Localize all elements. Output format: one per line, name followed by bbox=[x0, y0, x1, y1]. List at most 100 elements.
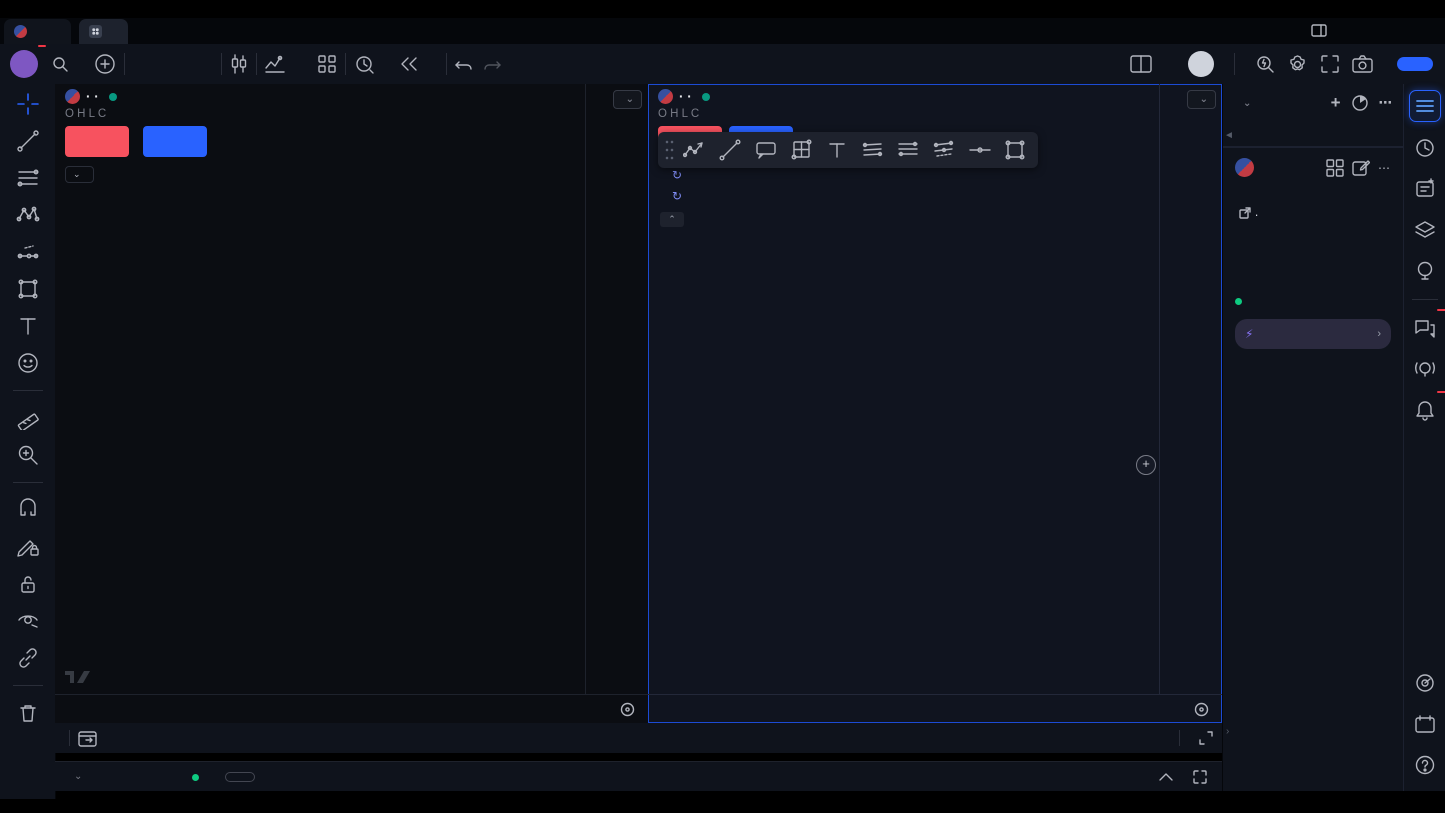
sidebar-data-window-button[interactable] bbox=[1410, 668, 1440, 698]
pattern-grid-tool-icon[interactable] bbox=[790, 138, 814, 162]
parallel-lines-tool-icon[interactable] bbox=[896, 139, 920, 161]
maximize-panel-icon[interactable] bbox=[1192, 769, 1208, 785]
price-axis[interactable] bbox=[1159, 84, 1222, 695]
magnet-tool-icon[interactable] bbox=[16, 498, 40, 522]
shapes-tool-icon[interactable] bbox=[16, 277, 40, 301]
watchlist-collapse-handle[interactable]: ◄ bbox=[1224, 130, 1234, 141]
time-axis[interactable] bbox=[648, 694, 1222, 723]
undo-icon[interactable] bbox=[455, 56, 473, 72]
measure-ruler-tool-icon[interactable] bbox=[16, 406, 40, 430]
sidebar-help-button[interactable] bbox=[1410, 750, 1440, 780]
indicators-button[interactable] bbox=[265, 55, 305, 73]
sidebar-calendar-button[interactable] bbox=[1410, 709, 1440, 739]
horizontal-line-tool-icon[interactable] bbox=[968, 144, 992, 156]
axis-settings-gear-icon[interactable] bbox=[619, 701, 636, 718]
publish-button[interactable] bbox=[1397, 57, 1433, 71]
compose-note-icon[interactable] bbox=[1352, 159, 1370, 177]
sidebar-alerts-button[interactable] bbox=[1410, 133, 1440, 163]
sidebar-notifications-button[interactable] bbox=[1410, 395, 1440, 425]
ema50-legend[interactable]: ↻ bbox=[660, 168, 688, 182]
panel-resize-icon[interactable] bbox=[1198, 730, 1214, 746]
collapsed-indicators-button[interactable]: ⌄ bbox=[65, 166, 94, 183]
fib-channel-tool-icon[interactable] bbox=[932, 139, 956, 161]
floating-drawing-toolbar[interactable] bbox=[658, 132, 1038, 168]
chart-panel-left[interactable]: · · O H L C bbox=[55, 84, 648, 723]
sell-button[interactable] bbox=[65, 126, 129, 157]
drag-handle-icon[interactable] bbox=[664, 139, 674, 161]
sidebar-object-tree-button[interactable] bbox=[1410, 215, 1440, 245]
trend-line-tool-icon[interactable] bbox=[16, 129, 40, 153]
callout-tool-icon[interactable] bbox=[755, 140, 777, 160]
axis-settings-gear-icon[interactable] bbox=[1193, 701, 1210, 718]
tf-1d[interactable] bbox=[193, 61, 203, 67]
sync-drawings-link-icon[interactable] bbox=[16, 646, 40, 670]
price-axis[interactable] bbox=[585, 84, 648, 695]
templates-grid-icon[interactable] bbox=[317, 54, 337, 74]
settings-gear-icon[interactable] bbox=[1287, 54, 1308, 75]
currency-selector[interactable]: ⌄ bbox=[613, 90, 642, 109]
chart-title[interactable]: · · bbox=[679, 89, 692, 104]
fullscreen-icon[interactable] bbox=[1320, 54, 1340, 74]
symbol-menu-icon[interactable]: ⋯ bbox=[1378, 161, 1391, 175]
redo-icon[interactable] bbox=[483, 56, 501, 72]
drawing-lock-edit-icon[interactable] bbox=[16, 535, 40, 559]
currency-selector[interactable]: ⌄ bbox=[1187, 90, 1216, 109]
performance-pie-icon[interactable] bbox=[1351, 94, 1369, 112]
hide-drawings-icon[interactable] bbox=[16, 609, 40, 633]
sidebar-streams-button[interactable] bbox=[1410, 354, 1440, 384]
ema100-legend[interactable]: ↻ bbox=[660, 189, 688, 203]
tab-heatmap[interactable] bbox=[79, 19, 128, 44]
crosshair-tool-icon[interactable] bbox=[16, 92, 40, 116]
pattern-xabcd-tool-icon[interactable] bbox=[16, 203, 40, 227]
external-link-icon[interactable] bbox=[1239, 207, 1251, 219]
tf-15m[interactable] bbox=[153, 61, 163, 67]
remove-drawings-trash-icon[interactable] bbox=[16, 701, 40, 725]
trend-line-tool-icon[interactable] bbox=[719, 139, 741, 161]
crosshair-add-order-icon[interactable]: + bbox=[1136, 455, 1156, 475]
rectangle-tool-icon[interactable] bbox=[1004, 139, 1026, 161]
lock-all-tool-icon[interactable] bbox=[16, 572, 40, 596]
go-to-date-calendar-icon[interactable] bbox=[78, 729, 97, 747]
panel-handle[interactable]: › bbox=[1226, 726, 1229, 737]
tf-1h[interactable] bbox=[173, 61, 183, 67]
news-headline-pill[interactable]: ⚡ › bbox=[1235, 319, 1391, 349]
sidebar-ideas-button[interactable] bbox=[1410, 256, 1440, 286]
trade-button[interactable] bbox=[225, 772, 255, 782]
add-symbol-icon[interactable] bbox=[94, 53, 116, 75]
layout-select-icon[interactable] bbox=[1130, 55, 1152, 73]
sidebar-notes-button[interactable] bbox=[1410, 174, 1440, 204]
buy-button[interactable] bbox=[143, 126, 207, 157]
symbol-full-name[interactable]: · bbox=[1235, 187, 1391, 226]
chevron-down-icon[interactable]: ⌄ bbox=[1243, 98, 1251, 109]
time-axis[interactable] bbox=[55, 694, 648, 723]
chart-title[interactable]: · · bbox=[86, 89, 99, 104]
projection-tool-icon[interactable] bbox=[16, 240, 40, 264]
fib-retracement-tool-icon[interactable] bbox=[861, 139, 885, 161]
quick-search-icon[interactable] bbox=[1255, 54, 1275, 74]
candles-style-icon[interactable] bbox=[230, 54, 248, 74]
chart-panel-right[interactable]: · · O H L C bbox=[648, 84, 1222, 723]
zoom-in-tool-icon[interactable] bbox=[16, 443, 40, 467]
account-avatar[interactable] bbox=[1188, 51, 1214, 77]
emoji-tool-icon[interactable] bbox=[16, 351, 40, 375]
watchlist-menu-icon[interactable]: ⋯ bbox=[1379, 95, 1394, 111]
replay-button[interactable] bbox=[400, 57, 438, 71]
user-avatar[interactable] bbox=[10, 50, 38, 78]
alert-button[interactable] bbox=[354, 54, 384, 74]
fib-retracement-tool-icon[interactable] bbox=[16, 166, 40, 190]
footer-tab-screener[interactable]: ⌄ bbox=[67, 771, 82, 782]
footer-tab-paper-trading[interactable] bbox=[186, 770, 199, 784]
side-panel-icon[interactable] bbox=[1311, 24, 1327, 38]
collapse-panel-chevron-icon[interactable] bbox=[1158, 772, 1174, 782]
camera-snapshot-icon[interactable] bbox=[1352, 55, 1373, 73]
tab-nzdusd[interactable] bbox=[4, 19, 71, 44]
collapse-indicators-button[interactable]: ⌃ bbox=[660, 212, 684, 227]
text-tool-icon[interactable] bbox=[827, 140, 847, 160]
layout-grid-icon[interactable] bbox=[1326, 159, 1344, 177]
polyline-tool-icon[interactable] bbox=[683, 139, 707, 161]
text-tool-icon[interactable] bbox=[16, 314, 40, 338]
tf-1m[interactable] bbox=[133, 61, 143, 67]
add-symbol-icon[interactable]: + bbox=[1331, 93, 1341, 113]
sidebar-chat-button[interactable] bbox=[1410, 313, 1440, 343]
sidebar-watchlist-button[interactable] bbox=[1409, 90, 1441, 122]
